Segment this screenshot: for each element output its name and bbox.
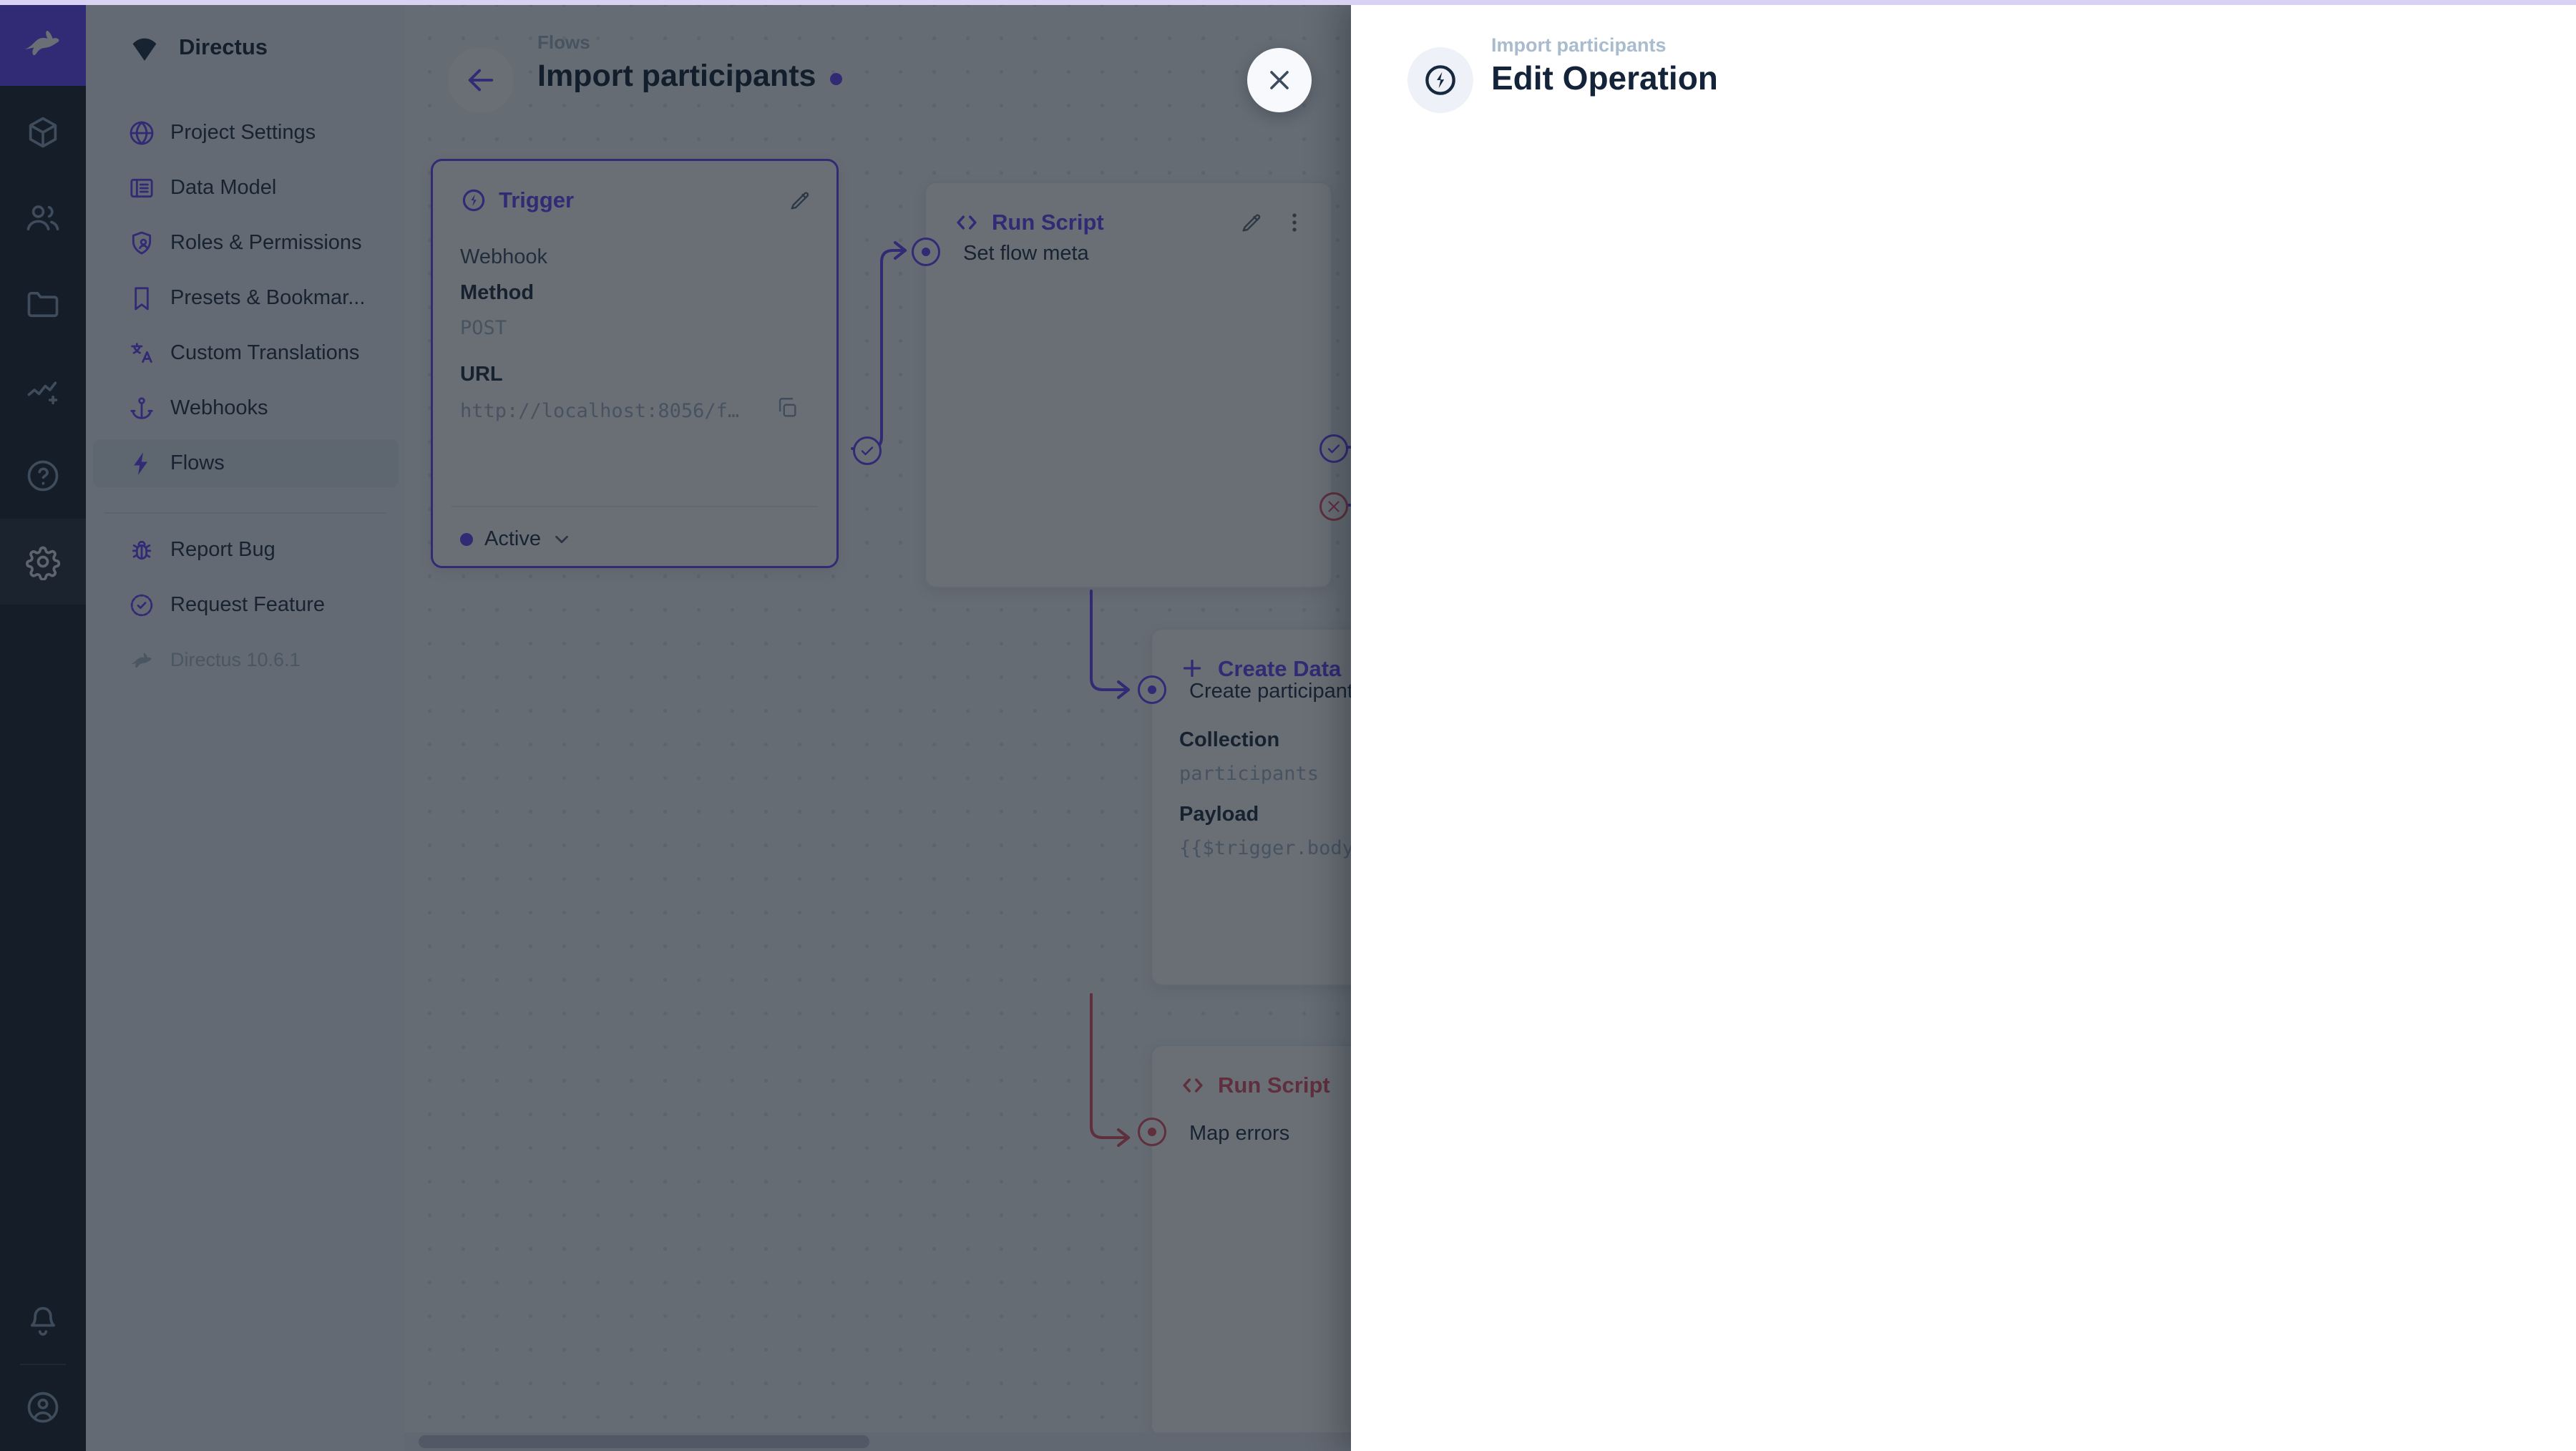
- directus-app: Directus Project SettingsData ModelRoles…: [0, 0, 2576, 1451]
- operation-icon-badge: [1407, 47, 1473, 113]
- drawer-overlay[interactable]: [0, 0, 1351, 1451]
- top-window-strip: [0, 0, 2576, 5]
- edit-operation-drawer: Import participants Edit Operation Name …: [1351, 0, 2576, 1451]
- close-icon: [1264, 64, 1295, 96]
- drawer-title: Edit Operation: [1491, 59, 1718, 97]
- close-drawer-button[interactable]: [1247, 48, 1312, 112]
- drawer-breadcrumb[interactable]: Import participants: [1491, 34, 1667, 57]
- bolt-circle-icon: [1422, 62, 1459, 99]
